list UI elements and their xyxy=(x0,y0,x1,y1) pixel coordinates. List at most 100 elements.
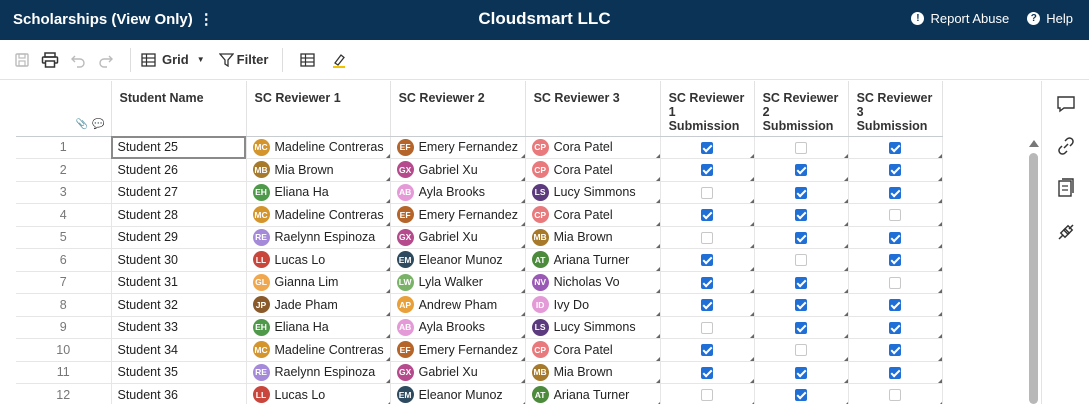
checkbox[interactable] xyxy=(701,299,714,312)
checkbox[interactable] xyxy=(701,186,714,199)
reviewer3-cell[interactable]: LS Lucy Simmons xyxy=(525,316,661,339)
attachments-link-icon[interactable] xyxy=(1055,135,1077,157)
reviewer1-cell[interactable]: MC Madeline Contreras xyxy=(246,136,391,159)
submission3-cell[interactable] xyxy=(848,361,943,384)
reviewer3-cell[interactable]: CP Cora Patel xyxy=(525,203,661,227)
reviewer3-cell[interactable]: CP Cora Patel xyxy=(525,136,661,159)
reviewer1-cell[interactable]: EH Eliana Ha xyxy=(246,181,391,204)
print-icon[interactable] xyxy=(36,46,64,74)
row-number[interactable]: 1 xyxy=(16,136,112,159)
submission1-cell[interactable] xyxy=(660,383,755,404)
student-name-cell[interactable]: Student 29 xyxy=(111,226,247,249)
checkbox[interactable] xyxy=(889,209,902,222)
reviewer2-cell[interactable]: AB Ayla Brooks xyxy=(390,316,526,339)
checkbox[interactable] xyxy=(795,186,808,199)
vertical-scrollbar[interactable] xyxy=(1029,153,1038,404)
checkbox[interactable] xyxy=(795,254,808,267)
row-number[interactable]: 5 xyxy=(16,226,112,249)
reviewer2-cell[interactable]: GX Gabriel Xu xyxy=(390,226,526,249)
summary-icon[interactable] xyxy=(1055,177,1077,199)
save-icon[interactable] xyxy=(8,46,36,74)
reviewer2-cell[interactable]: AP Andrew Pham xyxy=(390,293,526,317)
column-header-reviewer2[interactable]: SC Reviewer 2 xyxy=(390,81,526,137)
reviewer3-cell[interactable]: CP Cora Patel xyxy=(525,338,661,362)
student-name-cell[interactable]: Student 34 xyxy=(111,338,247,362)
submission1-cell[interactable] xyxy=(660,293,755,317)
reviewer3-cell[interactable]: AT Ariana Turner xyxy=(525,383,661,404)
reviewer2-cell[interactable]: EF Emery Fernandez xyxy=(390,203,526,227)
submission3-cell[interactable] xyxy=(848,136,943,159)
reviewer2-cell[interactable]: EM Eleanor Munoz xyxy=(390,383,526,404)
checkbox[interactable] xyxy=(701,366,714,379)
checkbox[interactable] xyxy=(701,231,714,244)
reviewer3-cell[interactable]: NV Nicholas Vo xyxy=(525,271,661,294)
reviewer3-cell[interactable]: ID Ivy Do xyxy=(525,293,661,317)
reviewer2-cell[interactable]: EF Emery Fernandez xyxy=(390,136,526,159)
submission3-cell[interactable] xyxy=(848,271,943,294)
submission2-cell[interactable] xyxy=(754,203,849,227)
reviewer3-cell[interactable]: MB Mia Brown xyxy=(525,361,661,384)
checkbox[interactable] xyxy=(795,299,808,312)
connections-icon[interactable] xyxy=(1055,221,1077,243)
checkbox[interactable] xyxy=(795,344,808,357)
checkbox[interactable] xyxy=(889,389,902,402)
reviewer2-cell[interactable]: GX Gabriel Xu xyxy=(390,158,526,182)
student-name-cell[interactable]: Student 36 xyxy=(111,383,247,404)
submission3-cell[interactable] xyxy=(848,158,943,182)
reviewer1-cell[interactable]: MC Madeline Contreras xyxy=(246,338,391,362)
submission2-cell[interactable] xyxy=(754,271,849,294)
column-header-student-name[interactable]: Student Name xyxy=(111,81,247,137)
student-name-cell[interactable]: Student 31 xyxy=(111,271,247,294)
reviewer1-cell[interactable]: JP Jade Pham xyxy=(246,293,391,317)
redo-icon[interactable] xyxy=(92,46,120,74)
format-table-icon[interactable] xyxy=(293,46,321,74)
checkbox[interactable] xyxy=(701,344,714,357)
student-name-cell[interactable]: Student 25 xyxy=(111,136,247,159)
report-abuse-link[interactable]: ! Report Abuse xyxy=(911,11,1009,26)
grid-view-dropdown[interactable]: Grid ▼ xyxy=(141,46,205,74)
help-link[interactable]: ? Help xyxy=(1027,11,1073,26)
submission2-cell[interactable] xyxy=(754,293,849,317)
submission2-cell[interactable] xyxy=(754,338,849,362)
reviewer3-cell[interactable]: AT Ariana Turner xyxy=(525,248,661,272)
row-number[interactable]: 4 xyxy=(16,203,112,227)
submission2-cell[interactable] xyxy=(754,383,849,404)
reviewer3-cell[interactable]: CP Cora Patel xyxy=(525,158,661,182)
filter-button[interactable]: Filter xyxy=(218,46,268,74)
row-number[interactable]: 9 xyxy=(16,316,112,339)
submission3-cell[interactable] xyxy=(848,338,943,362)
reviewer1-cell[interactable]: RE Raelynn Espinoza xyxy=(246,361,391,384)
submission3-cell[interactable] xyxy=(848,248,943,272)
student-name-cell[interactable]: Student 33 xyxy=(111,316,247,339)
checkbox[interactable] xyxy=(701,209,714,222)
checkbox[interactable] xyxy=(701,254,714,267)
checkbox[interactable] xyxy=(795,321,808,334)
checkbox[interactable] xyxy=(795,276,808,289)
row-number[interactable]: 8 xyxy=(16,293,112,317)
row-number[interactable]: 2 xyxy=(16,158,112,182)
row-number[interactable]: 7 xyxy=(16,271,112,294)
submission1-cell[interactable] xyxy=(660,316,755,339)
column-header-sub1[interactable]: SC Reviewer 1 Submission xyxy=(660,81,755,137)
submission1-cell[interactable] xyxy=(660,158,755,182)
checkbox[interactable] xyxy=(889,321,902,334)
row-number[interactable]: 3 xyxy=(16,181,112,204)
checkbox[interactable] xyxy=(889,299,902,312)
scroll-up-arrow[interactable] xyxy=(1029,140,1039,147)
reviewer2-cell[interactable]: EM Eleanor Munoz xyxy=(390,248,526,272)
checkbox[interactable] xyxy=(701,276,714,289)
checkbox[interactable] xyxy=(889,366,902,379)
checkbox[interactable] xyxy=(795,366,808,379)
column-header-sub3[interactable]: SC Reviewer 3 Submission xyxy=(848,81,943,137)
submission1-cell[interactable] xyxy=(660,271,755,294)
submission3-cell[interactable] xyxy=(848,316,943,339)
student-name-cell[interactable]: Student 32 xyxy=(111,293,247,317)
checkbox[interactable] xyxy=(795,209,808,222)
submission2-cell[interactable] xyxy=(754,136,849,159)
checkbox[interactable] xyxy=(701,164,714,177)
submission1-cell[interactable] xyxy=(660,226,755,249)
student-name-cell[interactable]: Student 26 xyxy=(111,158,247,182)
student-name-cell[interactable]: Student 35 xyxy=(111,361,247,384)
submission2-cell[interactable] xyxy=(754,226,849,249)
submission1-cell[interactable] xyxy=(660,203,755,227)
